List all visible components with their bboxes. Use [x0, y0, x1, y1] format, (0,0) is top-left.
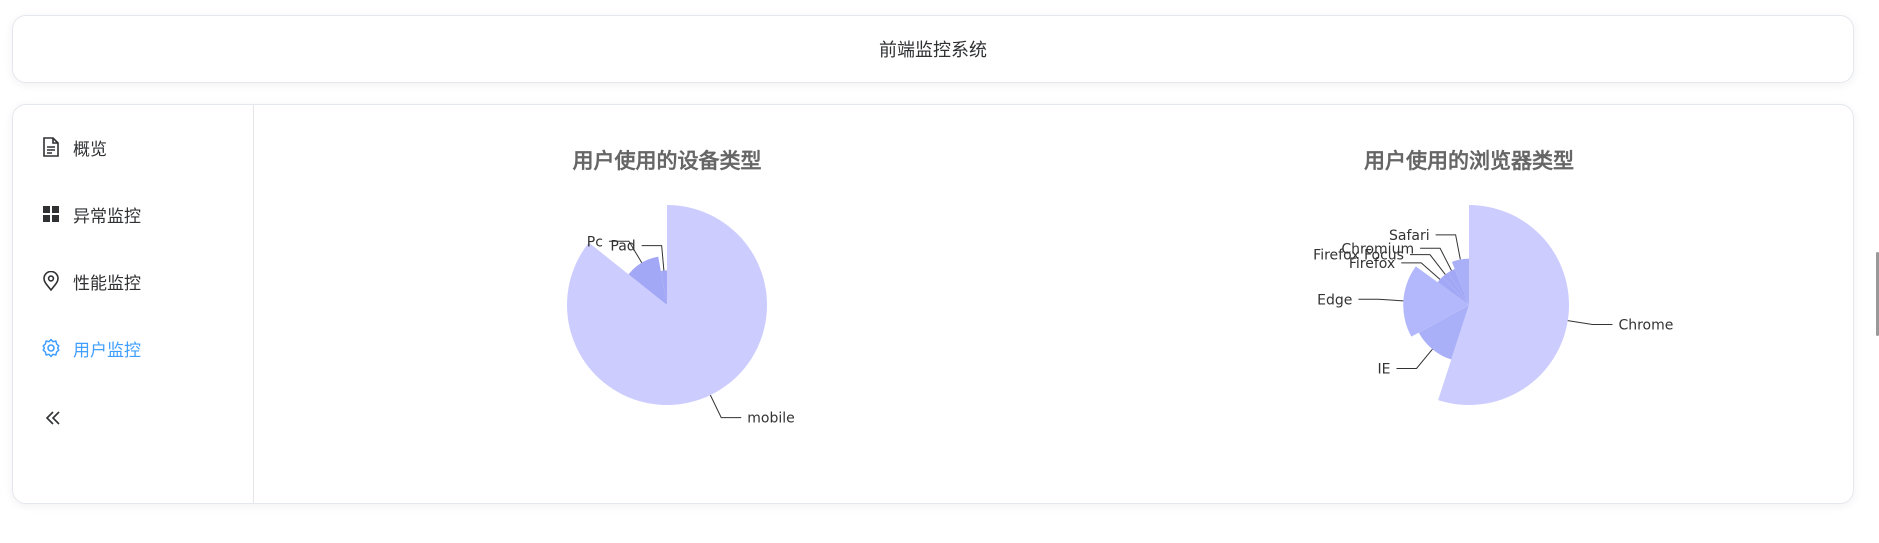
leader-line — [709, 394, 742, 419]
sidebar-item-label: 用户监控 — [73, 340, 141, 361]
sidebar-item-label: 性能监控 — [73, 273, 141, 294]
document-icon — [41, 137, 61, 157]
leader-line — [1435, 234, 1461, 260]
app-title: 前端监控系统 — [879, 40, 987, 61]
sidebar-item-performance[interactable]: 性能监控 — [41, 261, 241, 301]
sidebar-item-user[interactable]: 用户监控 — [41, 328, 241, 368]
slice-label: IE — [1378, 361, 1391, 377]
double-chevron-left-icon — [44, 410, 62, 430]
leader-line — [1420, 247, 1452, 271]
slice-label: Chrome — [1618, 318, 1673, 334]
chart-title: 用户使用的浏览器类型 — [1364, 149, 1574, 173]
slice-label: mobile — [747, 411, 794, 427]
sidebar-item-label: 概览 — [73, 139, 107, 160]
grid-icon — [41, 204, 61, 224]
location-icon — [41, 271, 61, 291]
charts-canvas: 用户使用的设备类型 mobile Pc Pad 用户使用的浏览器类型 Chrome IE Ed… — [567, 149, 1673, 427]
sidebar-item-overview[interactable]: 概览 — [41, 127, 241, 167]
slice-label: Pc — [587, 234, 603, 250]
sidebar-item-exception[interactable]: 异常监控 — [41, 194, 241, 234]
sidebar-collapse-button[interactable] — [41, 408, 65, 432]
sidebar-item-label: 异常监控 — [73, 206, 141, 227]
leader-line — [1567, 320, 1613, 326]
slice-label: Edge — [1317, 292, 1352, 308]
chart-title: 用户使用的设备类型 — [573, 149, 762, 173]
leader-line — [1396, 348, 1433, 369]
app-header: 前端监控系统 — [12, 15, 1854, 83]
slice-label: Safari — [1389, 228, 1430, 244]
slice-label: Pad — [610, 239, 635, 255]
main-panel: 概览 异常监控 性能监控 用户监控 用户使用的设备类型 mobile Pc Pa… — [12, 104, 1854, 504]
content-area: 用户使用的设备类型 mobile Pc Pad 用户使用的浏览器类型 Chrome IE Ed… — [255, 105, 1853, 503]
gear-icon — [41, 338, 61, 358]
sidebar-menu: 概览 异常监控 性能监控 用户监控 — [13, 105, 254, 503]
leader-line — [1358, 298, 1404, 302]
